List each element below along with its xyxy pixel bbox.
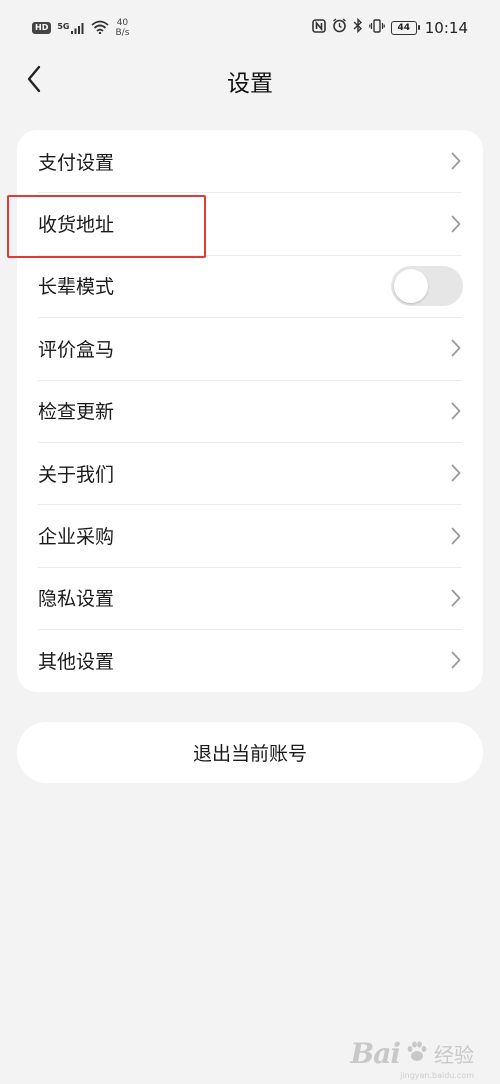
net-speed-value: 40: [116, 18, 129, 28]
page-title: 设置: [227, 71, 273, 97]
wifi-icon: [91, 20, 110, 37]
settings-item-label: 长辈模式: [38, 276, 115, 299]
logout-button[interactable]: 退出当前账号: [17, 722, 483, 783]
paw-icon: [404, 1039, 430, 1069]
net-speed: 40 B/s: [115, 18, 129, 38]
settings-item-address[interactable]: 收货地址: [17, 192, 483, 254]
settings-item-check-update[interactable]: 检查更新: [17, 379, 483, 442]
settings-item-label: 企业采购: [38, 526, 115, 549]
hd-badge: HD: [32, 22, 52, 34]
chevron-right-icon: [449, 214, 463, 234]
vibrate-icon: [368, 18, 385, 37]
settings-item-privacy[interactable]: 隐私设置: [17, 566, 483, 629]
chevron-right-icon: [449, 338, 463, 358]
toggle-knob: [394, 268, 428, 303]
settings-item-label: 评价盒马: [38, 338, 115, 361]
nfc-icon: [311, 18, 326, 37]
status-bar: HD 5G 40 B/s 44 10:14: [0, 0, 500, 56]
watermark-url: jingyan.baidu.com: [400, 1071, 474, 1080]
header: 设置: [0, 56, 500, 106]
status-left: HD 5G 40 B/s: [32, 18, 129, 38]
bluetooth-icon: [353, 17, 363, 37]
elder-mode-toggle[interactable]: [391, 265, 463, 306]
chevron-right-icon: [449, 463, 463, 483]
settings-item-rate[interactable]: 评价盒马: [17, 317, 483, 379]
settings-item-label: 其他设置: [38, 650, 115, 673]
chevron-right-icon: [449, 650, 463, 670]
chevron-right-icon: [449, 588, 463, 608]
chevron-right-icon: [449, 526, 463, 546]
status-right: 44 10:14: [311, 17, 468, 37]
settings-item-label: 关于我们: [38, 463, 115, 486]
battery-level: 44: [397, 22, 411, 33]
settings-item-label: 检查更新: [38, 401, 115, 424]
settings-item-label: 支付设置: [38, 151, 115, 174]
logout-label: 退出当前账号: [192, 743, 307, 765]
settings-item-elder-mode: 长辈模式: [17, 254, 483, 317]
settings-item-label: 隐私设置: [38, 588, 115, 611]
status-time: 10:14: [424, 18, 468, 37]
settings-item-payment[interactable]: 支付设置: [17, 130, 483, 192]
battery-icon: 44: [390, 20, 420, 35]
settings-list: 支付设置 收货地址 长辈模式 评价盒马 检查更新 关于我们 企业采购 隐私设置 …: [17, 130, 483, 692]
settings-item-enterprise[interactable]: 企业采购: [17, 504, 483, 566]
net-speed-unit: B/s: [115, 28, 130, 38]
chevron-right-icon: [449, 401, 463, 421]
chevron-right-icon: [449, 151, 463, 171]
settings-item-label: 收货地址: [38, 214, 115, 237]
watermark-sub: 经验: [434, 1043, 474, 1067]
settings-item-about[interactable]: 关于我们: [17, 441, 483, 504]
baidu-watermark: Bai 经验 jingyan.baidu.com: [350, 1037, 474, 1080]
signal-label: 5G: [57, 22, 70, 31]
settings-item-other[interactable]: 其他设置: [17, 629, 483, 691]
alarm-icon: [332, 18, 347, 37]
watermark-text: Bai: [350, 1037, 401, 1070]
signal-icon: 5G: [57, 22, 85, 34]
